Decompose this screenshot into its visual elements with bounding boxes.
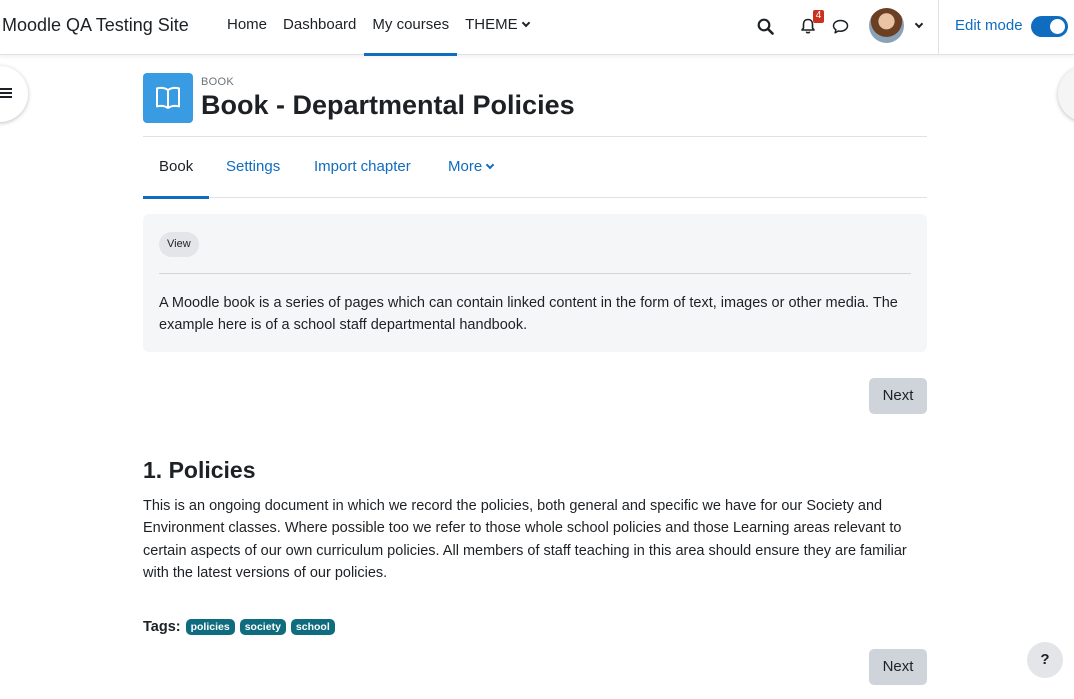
divider (159, 273, 911, 274)
chevron-down-icon (521, 18, 530, 28)
chevron-down-icon (485, 160, 495, 170)
tab-settings[interactable]: Settings (210, 137, 296, 198)
nav-dashboard[interactable]: Dashboard (275, 0, 364, 55)
block-drawer-toggle[interactable] (1058, 66, 1074, 122)
messages-icon[interactable] (828, 14, 852, 38)
nav-theme[interactable]: THEME (457, 0, 537, 55)
tag-school[interactable]: school (290, 619, 335, 635)
tag-policies[interactable]: policies (185, 619, 235, 635)
edit-mode-label: Edit mode (955, 17, 1023, 34)
search-icon[interactable] (753, 14, 777, 38)
activity-description: A Moodle book is a series of pages which… (159, 295, 898, 333)
site-name[interactable]: Moodle QA Testing Site (2, 15, 189, 36)
chapter-body: This is an ongoing document in which we … (143, 498, 907, 581)
page-title: Book - Departmental Policies (201, 90, 575, 120)
tab-more[interactable]: More (432, 137, 509, 198)
list-icon (0, 88, 12, 100)
primary-navigation: Home Dashboard My courses THEME (219, 0, 537, 56)
edit-mode-toggle[interactable] (1031, 16, 1068, 37)
user-menu-chevron-down-icon[interactable] (914, 19, 924, 29)
tab-import-chapter[interactable]: Import chapter (298, 137, 427, 198)
notification-bell-icon[interactable]: 4 (796, 10, 824, 38)
tag-society[interactable]: society (239, 619, 286, 635)
tab-book[interactable]: Book (143, 137, 210, 199)
chapter-title: 1. Policies (143, 457, 256, 483)
notification-count-badge: 4 (813, 10, 824, 23)
module-type-label: BOOK (201, 76, 234, 88)
nav-theme-label: THEME (465, 16, 518, 33)
secondary-navigation: Book Settings Import chapter More (143, 136, 927, 199)
tab-more-label: More (448, 158, 483, 175)
next-button-top[interactable]: Next (869, 378, 927, 414)
help-icon[interactable]: ? (1027, 642, 1063, 678)
toggle-knob (1050, 19, 1065, 34)
view-completion-pill: View (159, 232, 199, 257)
tags-list: Tags: policies society school (143, 619, 335, 635)
book-icon (143, 73, 193, 123)
nav-my-courses[interactable]: My courses (364, 0, 457, 56)
course-index-drawer-toggle[interactable] (0, 66, 28, 122)
tags-label: Tags: (143, 619, 181, 635)
activity-information: View A Moodle book is a series of pages … (143, 214, 927, 352)
nav-home[interactable]: Home (219, 0, 275, 55)
navbar-divider (938, 0, 939, 55)
user-avatar[interactable] (869, 8, 904, 43)
top-navbar: Moodle QA Testing Site Home Dashboard My… (0, 0, 1074, 56)
next-button-bottom[interactable]: Next (869, 649, 927, 685)
